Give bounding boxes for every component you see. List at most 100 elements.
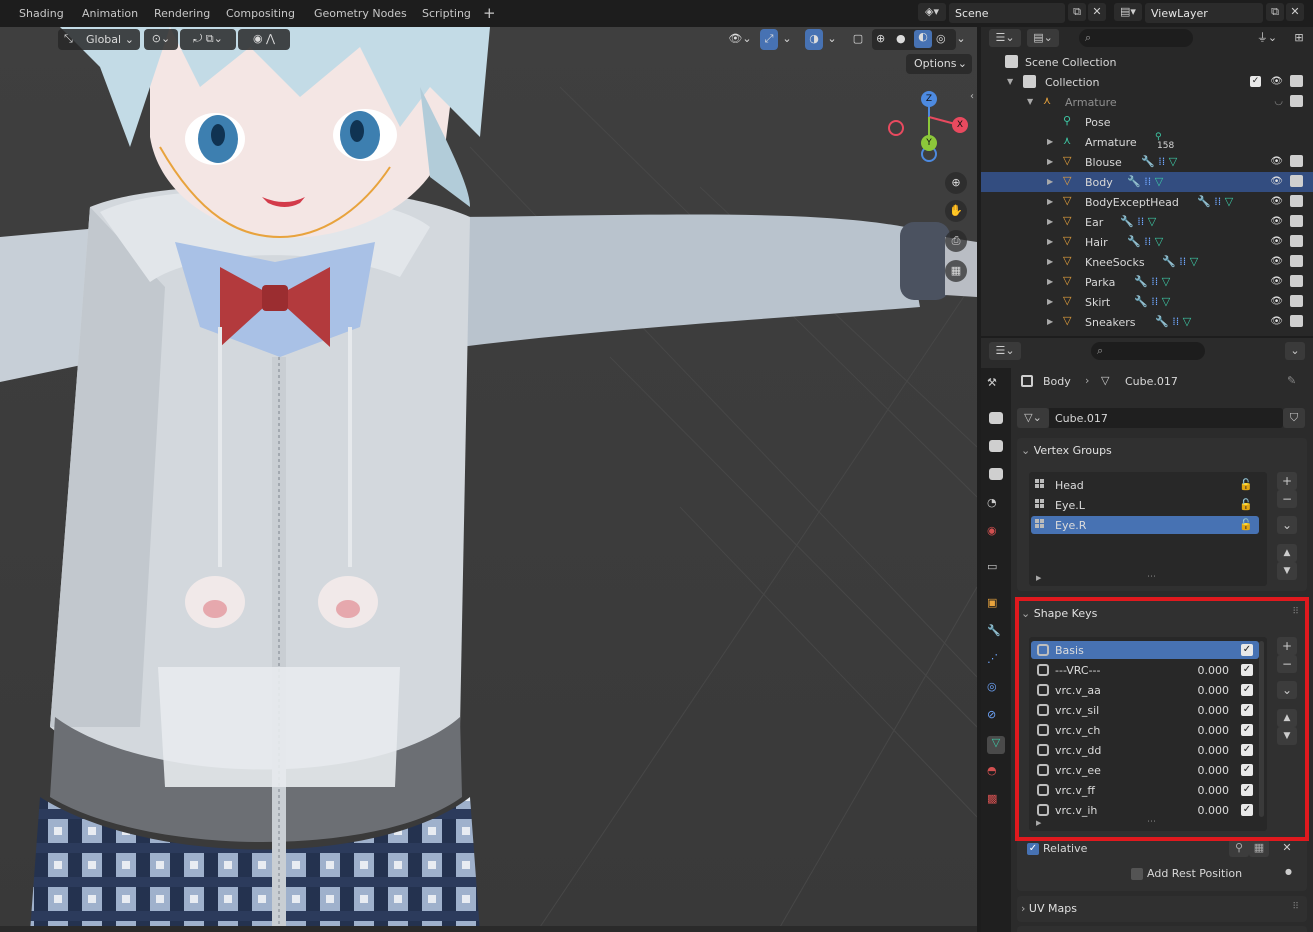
uv-maps-header[interactable]: › UV Maps — [1021, 902, 1077, 915]
vertex-group-item[interactable]: Head 🔓 — [1031, 476, 1259, 494]
keyframe-dot-icon[interactable]: ● — [1285, 867, 1292, 876]
resize-handle-icon[interactable]: ⋯ — [1147, 817, 1156, 827]
shape-key-mute-checkbox[interactable]: ✓ — [1241, 804, 1253, 816]
shape-key-item[interactable]: vrc.v_ch 0.000 ✓ — [1031, 721, 1259, 739]
lock-icon[interactable]: 🔓 — [1239, 498, 1253, 511]
modifier-wrench-icon[interactable]: 🔧 ⁞⁞ ▽ — [1120, 215, 1156, 228]
render-tab-icon[interactable] — [989, 412, 1003, 424]
hidden-eye-icon[interactable]: ◡ — [1274, 96, 1283, 107]
expand-icon[interactable]: ▶ — [1047, 177, 1053, 186]
vertex-group-item[interactable]: Eye.L 🔓 — [1031, 496, 1259, 514]
pose-row[interactable]: ⚲ Pose — [981, 112, 1313, 132]
rendered-shading-icon[interactable]: ◎ — [936, 32, 946, 45]
outliner-object-row[interactable]: ▶ ▽ Parka 🔧 ⁞⁞ ▽ 👁 — [981, 272, 1313, 292]
list-expand-icon[interactable]: ▶ — [1036, 574, 1041, 582]
shape-key-mute-checkbox[interactable]: ✓ — [1241, 764, 1253, 776]
vertex-groups-list[interactable]: Head 🔓 Eye.L 🔓 Eye.R 🔓 ▶ ⋯ — [1029, 472, 1267, 586]
physics-tab-icon[interactable]: ◎ — [987, 680, 1005, 698]
gizmo-icon[interactable]: ⤢ — [760, 29, 778, 50]
filter-icon[interactable]: ⏚⌄ — [1251, 29, 1283, 47]
scene-field[interactable]: Scene — [949, 3, 1065, 23]
move-up-icon[interactable]: ▲ — [1277, 709, 1297, 727]
edit-mode-shape-icon[interactable]: ▦ — [1249, 839, 1269, 857]
list-scrollbar[interactable] — [1259, 641, 1264, 817]
pan-hand-icon[interactable]: ✋ — [945, 200, 967, 222]
tab-rendering[interactable]: Rendering — [154, 7, 210, 20]
outliner-object-row[interactable]: ▶ ▽ KneeSocks 🔧 ⁞⁞ ▽ 👁 — [981, 252, 1313, 272]
pivot-point-icon[interactable]: ⊙⌄ — [144, 29, 178, 50]
outliner-object-row[interactable]: ▶ ▽ Blouse 🔧 ⁞⁞ ▽ 👁 — [981, 152, 1313, 172]
constraints-tab-icon[interactable]: ⊘ — [987, 708, 1005, 726]
shape-key-item[interactable]: vrc.v_aa 0.000 ✓ — [1031, 681, 1259, 699]
tab-shading[interactable]: Shading — [19, 7, 64, 20]
armature-parent-row[interactable]: ▼ ⋏ Armature ◡ — [981, 92, 1313, 112]
add-rest-position-checkbox[interactable] — [1131, 868, 1143, 880]
modifier-wrench-icon[interactable]: 🔧 ⁞⁞ ▽ — [1127, 235, 1163, 248]
shape-key-value[interactable]: 0.000 — [1198, 664, 1230, 677]
proportional-edit-icon[interactable]: ◉ ⋀ — [238, 29, 290, 50]
shape-key-item[interactable]: vrc.v_dd 0.000 ✓ — [1031, 741, 1259, 759]
collection-tab-icon[interactable]: ▭ — [987, 560, 1005, 578]
close-view-layer-icon[interactable]: ✕ — [1286, 3, 1304, 21]
outliner-object-row[interactable]: ▶ ▽ Body 🔧 ⁞⁞ ▽ 👁 — [981, 172, 1313, 192]
particles-tab-icon[interactable]: ⋰ — [987, 652, 1005, 670]
pin-shape-key-icon[interactable]: ⚲ — [1229, 839, 1249, 857]
shape-key-item[interactable]: ---VRC--- 0.000 ✓ — [1031, 661, 1259, 679]
mesh-name-field[interactable]: Cube.017 — [1049, 408, 1283, 428]
shape-keys-list[interactable]: Basis ✓ ---VRC--- 0.000 ✓ vrc.v_aa 0.000 ✓ vrc.v… — [1029, 637, 1267, 831]
color-attributes-panel[interactable] — [1017, 926, 1307, 932]
visibility-eye-icon[interactable]: 👁 — [1270, 316, 1283, 327]
render-camera-icon[interactable] — [1290, 75, 1303, 87]
shape-key-mute-checkbox[interactable]: ✓ — [1241, 784, 1253, 796]
render-camera-icon[interactable] — [1290, 95, 1303, 107]
material-tab-icon[interactable]: ◓ — [987, 764, 1005, 782]
visibility-eye-icon[interactable]: 👁 — [1270, 196, 1283, 207]
drag-handle-icon[interactable]: ⠿ — [1292, 607, 1299, 617]
display-mode-icon[interactable]: ▤⌄ — [1027, 29, 1059, 47]
outliner-object-row[interactable]: ▶ ▽ BodyExceptHead 🔧 ⁞⁞ ▽ 👁 — [981, 192, 1313, 212]
snap-icon[interactable]: ⤾ ⧉⌄ — [180, 29, 236, 50]
gizmo-x-axis[interactable]: X — [952, 117, 968, 133]
include-checkbox[interactable]: ✓ — [1250, 76, 1261, 87]
navigation-gizmo[interactable]: Z X Y — [884, 87, 974, 167]
outliner-object-row[interactable]: ▶ ▽ Skirt 🔧 ⁞⁞ ▽ 👁 — [981, 292, 1313, 312]
move-up-icon[interactable]: ▲ — [1277, 544, 1297, 562]
editor-type-icon[interactable]: ☰⌄ — [989, 342, 1021, 360]
visibility-eye-icon[interactable]: 👁 — [1270, 176, 1283, 187]
visibility-eye-icon[interactable]: 👁 — [1270, 76, 1283, 87]
render-camera-icon[interactable] — [1290, 155, 1303, 167]
expand-icon[interactable]: ▶ — [1047, 137, 1053, 146]
wireframe-shading-icon[interactable]: ⊕ — [876, 32, 885, 45]
modifier-tab-icon[interactable]: 🔧 — [987, 624, 1005, 642]
outliner-search-input[interactable]: ⌕ — [1079, 29, 1193, 47]
expand-icon[interactable]: ▶ — [1047, 317, 1053, 326]
tab-scripting[interactable]: Scripting — [422, 7, 471, 20]
mesh-data-tab-icon[interactable]: ▽ — [987, 736, 1005, 754]
properties-search-input[interactable]: ⌕ — [1091, 342, 1205, 360]
vertex-groups-header[interactable]: ⌄ Vertex Groups — [1021, 444, 1112, 457]
shape-key-item[interactable]: vrc.v_ff 0.000 ✓ — [1031, 781, 1259, 799]
expand-icon[interactable]: ▶ — [1047, 197, 1053, 206]
expand-icon[interactable]: ▶ — [1047, 237, 1053, 246]
zoom-icon[interactable]: ⊕ — [945, 172, 967, 194]
shape-key-mute-checkbox[interactable]: ✓ — [1241, 704, 1253, 716]
modifier-wrench-icon[interactable]: 🔧 ⁞⁞ ▽ — [1134, 295, 1170, 308]
remove-shape-key-button[interactable]: − — [1277, 655, 1297, 673]
expand-icon[interactable]: ▶ — [1047, 157, 1053, 166]
shape-key-mute-checkbox[interactable]: ✓ — [1241, 724, 1253, 736]
new-view-layer-icon[interactable]: ⧉ — [1266, 3, 1284, 21]
shape-key-value[interactable]: 0.000 — [1198, 724, 1230, 737]
drag-handle-icon[interactable]: ⠿ — [1292, 902, 1299, 912]
visibility-eye-icon[interactable]: 👁 — [1270, 216, 1283, 227]
vertex-group-specials-icon[interactable]: ⌄ — [1277, 516, 1297, 534]
add-vertex-group-button[interactable]: + — [1277, 472, 1297, 490]
render-camera-icon[interactable] — [1290, 175, 1303, 187]
modifier-wrench-icon[interactable]: 🔧 ⁞⁞ ▽ — [1197, 195, 1233, 208]
tool-tab-icon[interactable]: ⚒ — [987, 376, 1005, 394]
chevron-down-icon[interactable]: ⌄ — [780, 29, 794, 50]
shape-key-item[interactable]: vrc.v_ee 0.000 ✓ — [1031, 761, 1259, 779]
uv-maps-panel[interactable]: › UV Maps ⠿ — [1017, 896, 1307, 922]
shape-key-item[interactable]: Basis ✓ — [1031, 641, 1259, 659]
close-scene-icon[interactable]: ✕ — [1088, 3, 1106, 21]
texture-tab-icon[interactable]: ▩ — [987, 792, 1005, 810]
